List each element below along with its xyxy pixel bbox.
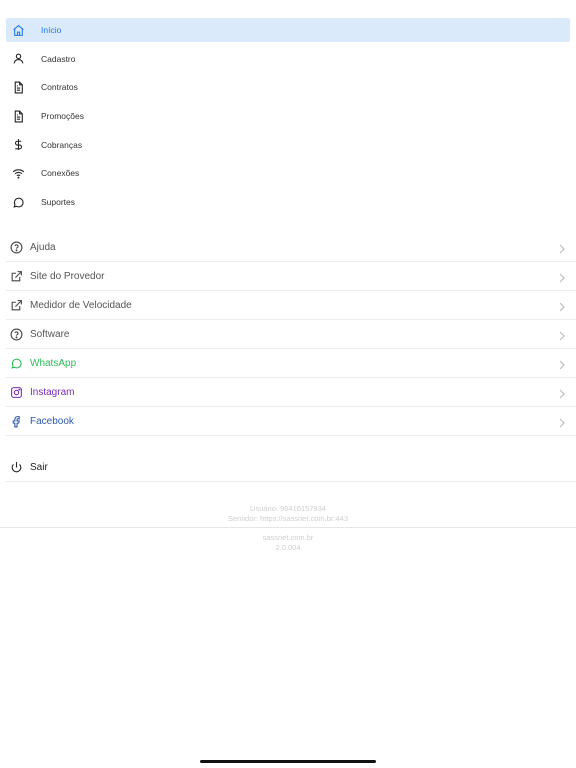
menu-item-promocoes[interactable]: Promoções <box>6 104 570 128</box>
main-menu: Início Cadastro Contratos Promoções Cobr… <box>6 18 570 219</box>
footer-site: sassnet.com.br <box>262 533 314 542</box>
menu-item-cobrancas[interactable]: Cobranças <box>6 133 570 157</box>
external-link-icon <box>8 297 24 313</box>
power-icon <box>8 459 24 475</box>
link-ajuda[interactable]: Ajuda <box>6 233 576 262</box>
chevron-right-icon <box>558 386 566 399</box>
link-label: Software <box>30 328 70 340</box>
menu-item-label: Contratos <box>41 82 78 93</box>
home-icon <box>8 20 28 40</box>
link-whatsapp[interactable]: WhatsApp <box>6 349 576 378</box>
help-icon <box>8 239 24 255</box>
link-label: Facebook <box>30 415 74 427</box>
footer-version: 2.0.004 <box>275 542 301 552</box>
chevron-right-icon <box>558 415 566 428</box>
logout-button[interactable]: Sair <box>6 453 576 482</box>
menu-item-cadastro[interactable]: Cadastro <box>6 47 570 71</box>
link-label: Site do Provedor <box>30 270 105 282</box>
divider <box>0 527 576 528</box>
menu-item-label: Cobranças <box>41 139 83 150</box>
external-link-icon <box>8 268 24 284</box>
instagram-icon <box>8 384 24 400</box>
user-icon <box>8 49 28 69</box>
facebook-icon <box>8 413 24 429</box>
home-indicator <box>200 760 376 763</box>
chevron-right-icon <box>558 328 566 341</box>
logout-label: Sair <box>30 461 48 473</box>
menu-item-label: Promoções <box>41 111 84 122</box>
menu-item-inicio[interactable]: Início <box>6 18 570 42</box>
dollar-icon <box>8 135 28 155</box>
link-medidor-velocidade[interactable]: Medidor de Velocidade <box>6 291 576 320</box>
document-icon <box>8 106 28 126</box>
menu-item-suportes[interactable]: Suportes <box>6 190 570 214</box>
chevron-right-icon <box>558 299 566 312</box>
link-label: Instagram <box>30 386 75 398</box>
menu-item-label: Suportes <box>41 197 76 208</box>
chevron-right-icon <box>558 241 566 254</box>
link-instagram[interactable]: Instagram <box>6 378 576 407</box>
link-label: Medidor de Velocidade <box>30 299 132 311</box>
help-icon <box>8 326 24 342</box>
menu-item-contratos[interactable]: Contratos <box>6 75 570 99</box>
link-software[interactable]: Software <box>6 320 576 349</box>
link-site-provedor[interactable]: Site do Provedor <box>6 262 576 291</box>
whatsapp-icon <box>8 355 24 371</box>
document-icon <box>8 77 28 97</box>
menu-item-label: Cadastro <box>41 53 76 64</box>
footer-user: Usuário: 96416157934 <box>250 504 326 513</box>
footer: Usuário: 96416157934 Servidor: https://s… <box>0 504 576 552</box>
footer-server: Servidor: https://sassnet.com.br:443 <box>227 513 349 523</box>
menu-item-label: Conexões <box>41 168 80 179</box>
menu-item-label: Início <box>41 25 62 35</box>
links-list: Ajuda Site do Provedor Medidor de Veloci… <box>6 233 576 436</box>
link-label: Ajuda <box>30 241 56 253</box>
link-facebook[interactable]: Facebook <box>6 407 576 436</box>
chevron-right-icon <box>558 357 566 370</box>
chevron-right-icon <box>558 270 566 283</box>
chat-icon <box>8 192 28 212</box>
logout-section: Sair <box>6 453 576 482</box>
menu-item-conexoes[interactable]: Conexões <box>6 161 570 185</box>
link-label: WhatsApp <box>30 357 77 369</box>
wifi-icon <box>8 163 28 183</box>
